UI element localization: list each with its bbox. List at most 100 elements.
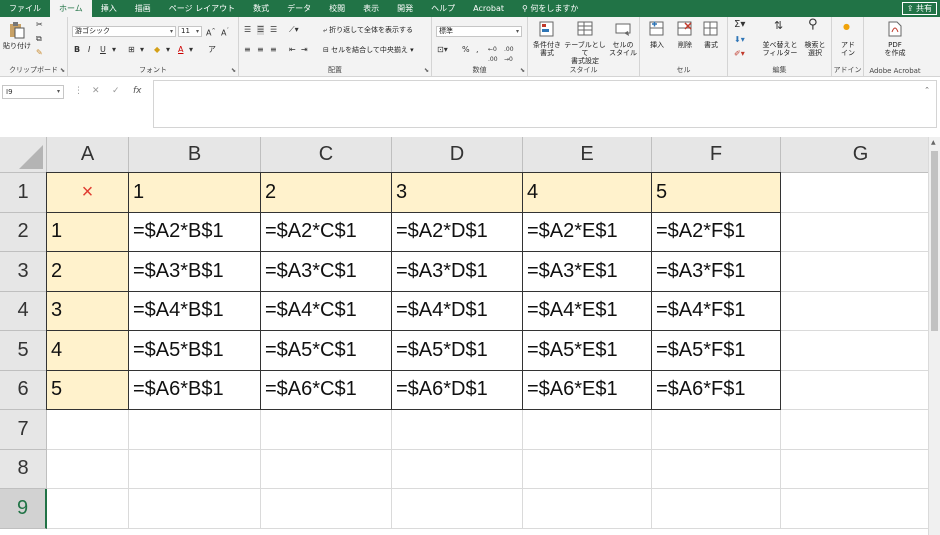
conditional-format-button[interactable]: 条件付き 書式: [530, 41, 564, 57]
cell-c7[interactable]: [261, 410, 392, 450]
align-top-icon[interactable]: ☰: [244, 25, 251, 35]
font-launcher-icon[interactable]: ⬊: [231, 67, 236, 74]
cut-icon[interactable]: ✂: [36, 20, 43, 30]
cell-a4[interactable]: 3: [47, 291, 129, 331]
orientation-icon[interactable]: ⟋▾: [289, 25, 299, 35]
cell-g5[interactable]: [781, 331, 928, 371]
cell-e6[interactable]: =$A6*E$1: [523, 370, 652, 410]
scroll-up-icon[interactable]: ▲: [931, 139, 936, 146]
font-name-box[interactable]: 游ゴシック ▾: [72, 26, 176, 37]
cell-d1[interactable]: 3: [392, 173, 523, 213]
bold-icon[interactable]: B: [74, 45, 80, 55]
align-left-icon[interactable]: ≡: [244, 45, 251, 55]
column-header-e[interactable]: E: [523, 137, 652, 173]
vertical-scrollbar[interactable]: ▲: [928, 137, 940, 535]
cell-c3[interactable]: =$A3*C$1: [261, 252, 392, 292]
cell-d2[interactable]: =$A2*D$1: [392, 212, 523, 252]
cell-a8[interactable]: [47, 449, 129, 489]
cell-a9[interactable]: [47, 489, 129, 529]
row-header-1[interactable]: 1: [0, 173, 47, 213]
cell-b8[interactable]: [129, 449, 261, 489]
cell-b3[interactable]: =$A3*B$1: [129, 252, 261, 292]
sort-filter-icon[interactable]: ⇅: [774, 20, 783, 31]
tab-help[interactable]: ヘルプ: [422, 0, 464, 17]
border-dropdown-icon[interactable]: ▾: [140, 45, 144, 55]
cell-e5[interactable]: =$A5*E$1: [523, 331, 652, 371]
insert-function-icon[interactable]: fx: [133, 86, 142, 96]
align-center-icon[interactable]: ≡: [257, 45, 264, 55]
autosum-icon[interactable]: Σ▾: [734, 20, 745, 30]
decrease-decimal-icon[interactable]: .00 →0: [504, 45, 514, 65]
align-right-icon[interactable]: ≡: [270, 45, 277, 55]
align-bottom-icon[interactable]: ☰: [270, 25, 277, 35]
search-icon[interactable]: ⚲: [808, 18, 818, 31]
cell-c9[interactable]: [261, 489, 392, 529]
row-header-4[interactable]: 4: [0, 291, 47, 331]
cell-g8[interactable]: [781, 450, 928, 489]
cell-b7[interactable]: [129, 410, 261, 450]
accounting-format-icon[interactable]: ⊡▾: [437, 45, 448, 55]
tab-data[interactable]: データ: [278, 0, 320, 17]
cell-c4[interactable]: =$A4*C$1: [261, 291, 392, 331]
increase-decimal-icon[interactable]: ←0.00: [488, 45, 498, 65]
cell-f5[interactable]: =$A5*F$1: [652, 331, 781, 371]
delete-cells-button[interactable]: 削除: [672, 41, 698, 49]
format-painter-icon[interactable]: ✎: [36, 48, 43, 58]
name-box[interactable]: I9 ▾: [2, 85, 64, 99]
fill-icon[interactable]: ⬇▾: [734, 35, 745, 45]
column-header-f[interactable]: F: [652, 137, 781, 173]
column-header-b[interactable]: B: [129, 137, 261, 173]
decrease-indent-icon[interactable]: ⇤: [289, 45, 296, 55]
fill-color-icon[interactable]: ◆: [154, 45, 160, 55]
cell-b2[interactable]: =$A2*B$1: [129, 212, 261, 252]
cell-e3[interactable]: =$A3*E$1: [523, 252, 652, 292]
cell-e7[interactable]: [523, 410, 652, 450]
font-size-box[interactable]: 11 ▾: [178, 26, 202, 37]
tab-insert[interactable]: 挿入: [92, 0, 126, 17]
cell-e4[interactable]: =$A4*E$1: [523, 291, 652, 331]
phonetic-icon[interactable]: ア: [208, 45, 216, 55]
formula-input[interactable]: ⌃: [153, 80, 937, 128]
row-header-8[interactable]: 8: [0, 449, 47, 489]
clear-icon[interactable]: ✐▾: [734, 49, 745, 59]
cell-b6[interactable]: =$A6*B$1: [129, 370, 261, 410]
row-header-3[interactable]: 3: [0, 252, 47, 292]
tab-developer[interactable]: 開発: [388, 0, 422, 17]
comma-style-icon[interactable]: ,: [476, 45, 479, 55]
row-header-7[interactable]: 7: [0, 410, 47, 450]
cell-a5[interactable]: 4: [47, 331, 129, 371]
cell-a1[interactable]: ×: [47, 173, 129, 213]
cell-b4[interactable]: =$A4*B$1: [129, 291, 261, 331]
cell-d7[interactable]: [392, 410, 523, 450]
cell-styles-button[interactable]: セルの スタイル: [606, 41, 640, 57]
cell-e1[interactable]: 4: [523, 173, 652, 213]
tab-draw[interactable]: 描画: [126, 0, 160, 17]
cell-g4[interactable]: [781, 292, 928, 331]
create-pdf-button[interactable]: PDF を作成: [864, 41, 926, 57]
cell-e8[interactable]: [523, 449, 652, 489]
number-format-box[interactable]: 標準 ▾: [436, 26, 522, 37]
fill-dropdown-icon[interactable]: ▾: [166, 45, 170, 55]
select-all-button[interactable]: [0, 137, 47, 173]
tab-review[interactable]: 校閲: [320, 0, 354, 17]
tab-home[interactable]: ホーム: [50, 0, 92, 17]
cell-g9[interactable]: [781, 489, 928, 529]
cell-b9[interactable]: [129, 489, 261, 529]
align-middle-icon[interactable]: ☰: [257, 25, 265, 35]
cell-c6[interactable]: =$A6*C$1: [261, 370, 392, 410]
cell-g2[interactable]: [781, 213, 928, 252]
cell-c8[interactable]: [261, 449, 392, 489]
cell-f8[interactable]: [652, 449, 781, 489]
cell-e2[interactable]: =$A2*E$1: [523, 212, 652, 252]
increase-indent-icon[interactable]: ⇥: [301, 45, 308, 55]
cell-d8[interactable]: [392, 449, 523, 489]
collapse-icon[interactable]: ⌃: [924, 86, 930, 94]
cell-c2[interactable]: =$A2*C$1: [261, 212, 392, 252]
tab-file[interactable]: ファイル: [0, 0, 50, 17]
addins-button[interactable]: アド イン: [832, 41, 864, 57]
format-cells-button[interactable]: 書式: [698, 41, 724, 49]
format-as-table-button[interactable]: テーブルとして 書式設定: [564, 41, 606, 65]
cell-a2[interactable]: 1: [47, 212, 129, 252]
font-color-dropdown-icon[interactable]: ▾: [189, 45, 193, 55]
font-color-icon[interactable]: A: [178, 45, 183, 55]
